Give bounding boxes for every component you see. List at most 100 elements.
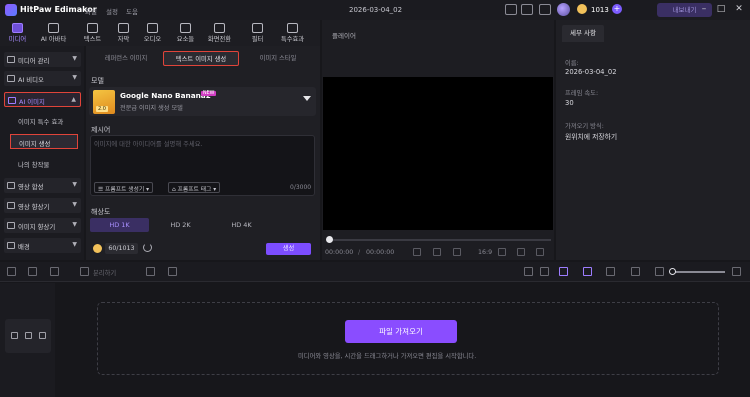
image-enhance-icon xyxy=(7,222,15,229)
resolution-2k[interactable]: HD 2K xyxy=(151,218,210,232)
zoom-in-icon[interactable] xyxy=(732,267,741,276)
transition-icon xyxy=(214,23,225,33)
link-icon[interactable] xyxy=(559,267,568,276)
play-icon[interactable] xyxy=(433,248,441,256)
menu-help[interactable]: 도움 xyxy=(126,6,138,16)
generate-button[interactable]: 생성 xyxy=(266,243,311,255)
dropdown-caret-icon[interactable] xyxy=(303,96,311,101)
elements-icon xyxy=(180,23,191,33)
save-value: 원위치에 저장하기 xyxy=(565,133,618,141)
visibility-icon[interactable] xyxy=(25,332,32,339)
prompt-tag-button[interactable]: ⌂ 프롬프트 태그 ▾ xyxy=(168,182,221,193)
cat-text[interactable]: 텍스트 xyxy=(76,21,109,46)
media-icon xyxy=(12,23,23,33)
next-frame-icon[interactable] xyxy=(453,248,461,256)
model-description: 전문급 이미지 생성 모델 xyxy=(120,105,183,112)
sidebar-item-background[interactable]: 배경 ▼ xyxy=(4,238,81,253)
aspect-ratio[interactable]: 16:9 xyxy=(478,249,492,256)
save-label: 가져오기 방식: xyxy=(565,123,604,130)
zoom-knob[interactable] xyxy=(669,268,676,275)
user-avatar[interactable] xyxy=(557,3,570,16)
tab-details[interactable]: 세부 사항 xyxy=(562,25,604,42)
text-icon xyxy=(87,23,98,33)
prompt-label: 제시어 xyxy=(91,126,111,134)
sidebar-sub-image-generate[interactable]: 이미지 생성 xyxy=(10,134,78,149)
char-count: 0/3000 xyxy=(290,184,312,191)
cat-elements[interactable]: 요소들 xyxy=(169,21,202,46)
music-icon[interactable] xyxy=(540,267,549,276)
player-title: 플레이어 xyxy=(332,32,356,40)
sidebar-sub-my-creations[interactable]: 나의 창작물 xyxy=(10,156,78,171)
tab-image-style[interactable]: 이미지 스타일 xyxy=(240,51,316,66)
tab-reference-image[interactable]: 레퍼런스 이미지 xyxy=(90,51,162,66)
coin-balance: 1013 xyxy=(591,6,609,14)
resolution-1k[interactable]: HD 1K xyxy=(90,218,149,232)
player-screen xyxy=(323,77,553,230)
refresh-icon[interactable] xyxy=(143,243,152,252)
prev-frame-icon[interactable] xyxy=(413,248,421,256)
delete-icon[interactable] xyxy=(50,267,59,276)
fps-label: 프레임 속도: xyxy=(565,90,599,97)
cat-effects[interactable]: 특수효과 xyxy=(276,21,309,46)
undo-icon[interactable] xyxy=(7,267,16,276)
settings-icon[interactable] xyxy=(539,4,551,15)
model-name: Google Nano Banana2 xyxy=(120,91,211,100)
app-logo-icon xyxy=(5,4,17,16)
cat-filter[interactable]: 필터 xyxy=(241,21,274,46)
microphone-icon[interactable] xyxy=(524,267,533,276)
sidebar-item-image-enhancer[interactable]: 이미지 향상기 ▼ xyxy=(4,218,81,233)
sidebar-item-video-enhancer[interactable]: 영상 향상기 ▼ xyxy=(4,198,81,213)
snapshot-icon[interactable] xyxy=(517,248,525,256)
snap-icon[interactable] xyxy=(583,267,592,276)
split-icon[interactable] xyxy=(80,267,89,276)
sidebar-item-ai-video[interactable]: AI 비디오 ▼ xyxy=(4,71,81,86)
buy-coins-icon[interactable]: + xyxy=(612,4,622,14)
playback-progress[interactable] xyxy=(329,239,551,241)
sidebar-item-video-compose[interactable]: 영상 합성 ▼ xyxy=(4,178,81,193)
import-files-button[interactable]: 파일 가져오기 xyxy=(345,320,457,343)
progress-knob[interactable] xyxy=(326,236,333,243)
prompt-input[interactable] xyxy=(94,139,310,175)
text-tool-icon[interactable] xyxy=(168,267,177,276)
minimize-icon[interactable]: – xyxy=(699,4,709,14)
video-enhance-icon xyxy=(7,202,15,209)
crop-icon[interactable] xyxy=(146,267,155,276)
maximize-icon[interactable]: □ xyxy=(716,4,726,14)
cat-transition[interactable]: 화면전환 xyxy=(203,21,236,46)
resolution-label: 해상도 xyxy=(91,208,111,216)
chevron-down-icon: ▼ xyxy=(72,201,77,208)
project-title: 2026-03-04_02 xyxy=(349,6,403,14)
coin-icon xyxy=(93,244,102,253)
layout-icon[interactable] xyxy=(521,4,533,15)
redo-icon[interactable] xyxy=(28,267,37,276)
sidebar-item-ai-image[interactable]: AI 이미지 ▲ xyxy=(4,92,81,107)
time-separator: / xyxy=(358,249,361,256)
tab-text-to-image[interactable]: 텍스트 이미지 생성 xyxy=(163,51,239,66)
fullscreen-icon[interactable] xyxy=(536,248,544,256)
volume-icon[interactable] xyxy=(498,248,506,256)
mute-icon[interactable] xyxy=(39,332,46,339)
zoom-out-icon[interactable] xyxy=(655,267,664,276)
close-icon[interactable]: ✕ xyxy=(734,4,744,14)
zoom-slider[interactable] xyxy=(673,271,725,273)
chevron-up-icon: ▲ xyxy=(71,96,76,103)
sidebar-sub-image-effects[interactable]: 이미지 특수 효과 xyxy=(10,113,78,128)
split-label[interactable]: 분리하기 xyxy=(93,268,116,277)
menu-settings[interactable]: 설정 xyxy=(106,6,118,16)
menu-file[interactable]: 파일 xyxy=(85,6,97,16)
ai-image-icon xyxy=(8,97,16,104)
resolution-4k[interactable]: HD 4K xyxy=(212,218,271,232)
sidebar-item-media-manage[interactable]: 미디어 관리 ▼ xyxy=(4,52,81,67)
ai-video-icon xyxy=(7,75,15,82)
new-badge: NEW xyxy=(201,91,217,96)
track-layout-icon[interactable] xyxy=(606,267,615,276)
cat-audio[interactable]: 오디오 xyxy=(136,21,169,46)
name-value: 2026-03-04_02 xyxy=(565,68,617,76)
chevron-down-icon: ▼ xyxy=(72,181,77,188)
lock-track-icon[interactable] xyxy=(11,332,18,339)
cat-ai-avatar[interactable]: AI 아바타 xyxy=(37,21,70,46)
feedback-icon[interactable] xyxy=(505,4,517,15)
fit-icon[interactable] xyxy=(631,267,640,276)
prompt-generator-button[interactable]: ☰ 프롬프트 생성기 ▾ xyxy=(94,182,153,193)
cat-media[interactable]: 미디어 xyxy=(1,21,34,46)
